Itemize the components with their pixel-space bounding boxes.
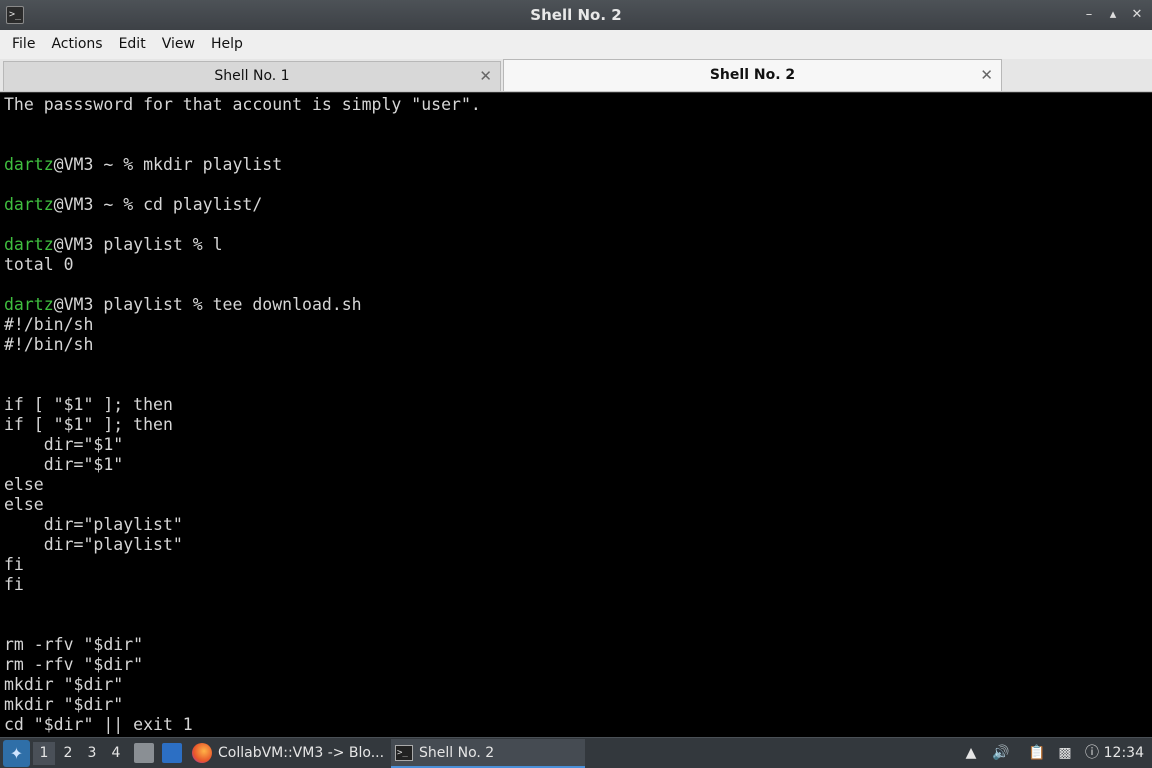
terminal-line: dir="playlist" (4, 515, 183, 534)
minimize-icon[interactable]: – (1082, 8, 1096, 22)
taskbar: ✦ 1 2 3 4 CollabVM::VM3 -> Blo... >_ Shel… (0, 737, 1152, 768)
terminal-line: cd "$dir" || exit 1 (4, 715, 193, 734)
desktop-3-button[interactable]: 3 (81, 742, 103, 765)
terminal-line: else (4, 475, 44, 494)
terminal-line: fi (4, 575, 24, 594)
prompt-command: @VM3 ~ % cd playlist/ (53, 195, 263, 214)
menu-edit[interactable]: Edit (111, 30, 154, 59)
prompt-command: @VM3 ~ % mkdir playlist (53, 155, 283, 174)
terminal-line: dir="$1" (4, 435, 124, 454)
clock[interactable]: 12:34 (1104, 738, 1144, 768)
file-manager-icon[interactable] (134, 743, 154, 763)
close-tab-icon[interactable]: ✕ (479, 62, 492, 91)
menu-help[interactable]: Help (203, 30, 251, 59)
clipboard-icon[interactable]: 📋 (1028, 744, 1046, 762)
terminal-line: fi (4, 555, 24, 574)
tab-shell-2[interactable]: Shell No. 2 ✕ (503, 59, 1002, 91)
show-desktop-icon[interactable] (162, 743, 182, 763)
window-titlebar: >_ Shell No. 2 – ▴ ✕ (0, 0, 1152, 30)
firefox-icon (192, 743, 212, 763)
menu-bar: File Actions Edit View Help (0, 30, 1152, 59)
terminal-line: rm -rfv "$dir" (4, 655, 144, 674)
tab-bar: Shell No. 1 ✕ Shell No. 2 ✕ (0, 59, 1152, 92)
terminal-line: if [ "$1" ]; then (4, 395, 173, 414)
prompt-username: dartz (4, 295, 54, 314)
menu-actions[interactable]: Actions (43, 30, 110, 59)
terminal-line: The passsword for that account is simply… (4, 95, 481, 114)
menu-view[interactable]: View (154, 30, 203, 59)
update-notifier-icon[interactable]: ⓘ (1083, 744, 1101, 762)
tab-shell-1[interactable]: Shell No. 1 ✕ (3, 61, 501, 91)
start-menu-icon[interactable]: ✦ (3, 740, 30, 767)
terminal-line: dir="playlist" (4, 535, 183, 554)
close-tab-icon[interactable]: ✕ (980, 60, 993, 91)
terminal-line: dartz@VM3 playlist % l (4, 235, 481, 255)
prompt-username: dartz (4, 235, 54, 254)
menu-file[interactable]: File (4, 30, 43, 59)
tab-label: Shell No. 1 (214, 68, 290, 84)
close-icon[interactable]: ✕ (1130, 8, 1144, 22)
window-title: Shell No. 2 (530, 6, 622, 24)
terminal-line: mkdir "$dir" (4, 675, 124, 694)
network-icon[interactable]: ▩ (1056, 744, 1074, 762)
terminal-icon: >_ (395, 745, 413, 761)
terminal-output[interactable]: The passsword for that account is simply… (0, 92, 1152, 737)
task-label: CollabVM::VM3 -> Blo... (218, 745, 385, 761)
tab-label: Shell No. 2 (709, 67, 796, 83)
terminal-line: total 0 (4, 255, 74, 274)
terminal-line: dartz@VM3 ~ % cd playlist/ (4, 195, 481, 215)
prompt-command: @VM3 playlist % l (53, 235, 223, 254)
maximize-icon[interactable]: ▴ (1106, 8, 1120, 22)
desktop-4-button[interactable]: 4 (105, 742, 127, 765)
terminal-line: #!/bin/sh (4, 315, 94, 334)
prompt-username: dartz (4, 195, 54, 214)
task-shell[interactable]: >_ Shell No. 2 (391, 739, 585, 768)
terminal-line: mkdir "$dir" (4, 695, 124, 714)
desktop-2-button[interactable]: 2 (57, 742, 79, 765)
terminal-line: #!/bin/sh (4, 335, 94, 354)
terminal-line: else (4, 495, 44, 514)
tray-up-arrow-icon[interactable]: ▲ (962, 744, 980, 762)
desktop-1-button[interactable]: 1 (33, 742, 55, 765)
terminal-line: dartz@VM3 ~ % mkdir playlist (4, 155, 481, 175)
terminal-lines: The passsword for that account is simply… (4, 95, 481, 735)
prompt-command: @VM3 playlist % tee download.sh (53, 295, 362, 314)
task-label: Shell No. 2 (419, 745, 495, 761)
volume-icon[interactable]: 🔊 (992, 744, 1010, 762)
terminal-line: if [ "$1" ]; then (4, 415, 173, 434)
terminal-line: dir="$1" (4, 455, 124, 474)
terminal-line: rm -rfv "$dir" (4, 635, 144, 654)
terminal-line: dartz@VM3 playlist % tee download.sh (4, 295, 481, 315)
prompt-username: dartz (4, 155, 54, 174)
task-firefox[interactable]: CollabVM::VM3 -> Blo... (192, 739, 388, 768)
